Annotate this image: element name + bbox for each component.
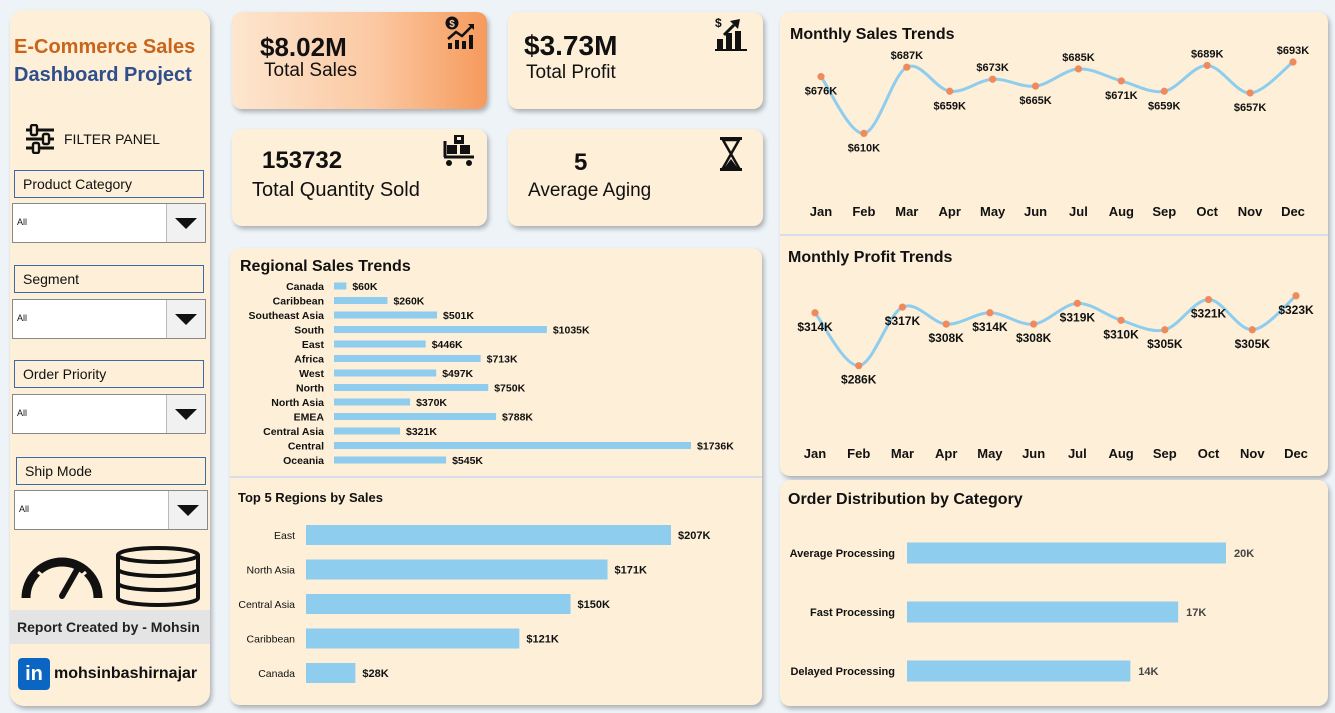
chevron-down-icon <box>177 505 199 516</box>
regional-sales-title: Regional Sales Trends <box>240 258 411 275</box>
chevron-down-icon <box>175 314 197 325</box>
sales-growth-icon: $ <box>445 16 474 49</box>
profit-chart-icon: $ <box>715 16 747 51</box>
total-quantity-label: Total Quantity Sold <box>252 179 420 201</box>
filter-label-segment: Segment <box>14 265 204 293</box>
segment-select[interactable]: All <box>12 299 206 339</box>
boxes-cart-icon <box>443 135 474 166</box>
filter-label-product-category: Product Category <box>14 170 204 198</box>
linkedin-icon[interactable]: in <box>18 658 50 690</box>
filter-panel-label: FILTER PANEL <box>64 131 160 147</box>
select-value: All <box>17 313 28 323</box>
kpi-card-total-quantity: 153732 Total Quantity Sold <box>232 129 487 226</box>
kpi-card-total-profit: $3.73M Total Profit $ <box>508 12 763 109</box>
gauge-icon <box>21 557 103 599</box>
dropdown-button[interactable] <box>166 300 205 338</box>
dashboard-title-line1: E-Commerce Sales <box>14 36 196 58</box>
chevron-down-icon <box>175 409 197 420</box>
dropdown-button[interactable] <box>168 491 207 529</box>
select-value: All <box>17 408 28 418</box>
select-value: All <box>19 504 30 514</box>
report-credit: Report Created by - Mohsin <box>10 610 210 644</box>
total-profit-label: Total Profit <box>526 62 616 83</box>
monthly-trends-panel: Monthly Sales Trends Monthly Profit Tren… <box>780 12 1328 476</box>
top5-regions-title: Top 5 Regions by Sales <box>238 490 383 505</box>
filter-panel-header: FILTER PANEL <box>24 124 204 154</box>
average-aging-value: 5 <box>574 149 588 176</box>
total-quantity-value: 153732 <box>262 147 343 174</box>
select-value: All <box>17 217 28 227</box>
kpi-card-average-aging: 5 Average Aging <box>508 129 763 226</box>
svg-text:$: $ <box>449 19 455 30</box>
total-sales-value: $8.02M <box>260 32 347 62</box>
filter-sliders-icon <box>26 124 54 154</box>
monthly-profit-title: Monthly Profit Trends <box>788 249 953 266</box>
chevron-down-icon <box>175 218 197 229</box>
average-aging-label: Average Aging <box>528 180 652 201</box>
dropdown-button[interactable] <box>166 204 205 242</box>
panel-divider <box>780 234 1328 236</box>
filter-label-ship-mode: Ship Mode <box>16 457 206 485</box>
sidebar: E-Commerce Sales Dashboard Project FILTE… <box>10 10 210 706</box>
order-distribution-panel: Order Distribution by Category <box>780 480 1328 706</box>
monthly-sales-title: Monthly Sales Trends <box>790 26 955 43</box>
regional-panel: Regional Sales Trends Top 5 Regions by S… <box>230 248 762 705</box>
panel-divider <box>230 476 762 478</box>
kpi-card-total-sales: $8.02M Total Sales $ <box>232 12 487 109</box>
linkedin-handle[interactable]: mohsinbashirnajar <box>54 665 197 683</box>
total-profit-value: $3.73M <box>524 30 618 61</box>
dashboard-title-line2: Dashboard Project <box>14 64 192 86</box>
order-priority-select[interactable]: All <box>12 394 206 434</box>
product-category-select[interactable]: All <box>12 203 206 243</box>
database-icon <box>116 546 200 607</box>
total-sales-label: Total Sales <box>264 60 357 81</box>
filter-label-order-priority: Order Priority <box>14 360 204 388</box>
svg-text:$: $ <box>715 16 722 30</box>
hourglass-icon <box>720 137 742 171</box>
dropdown-button[interactable] <box>166 395 205 433</box>
ship-mode-select[interactable]: All <box>14 490 208 530</box>
order-distribution-title: Order Distribution by Category <box>788 491 1023 508</box>
